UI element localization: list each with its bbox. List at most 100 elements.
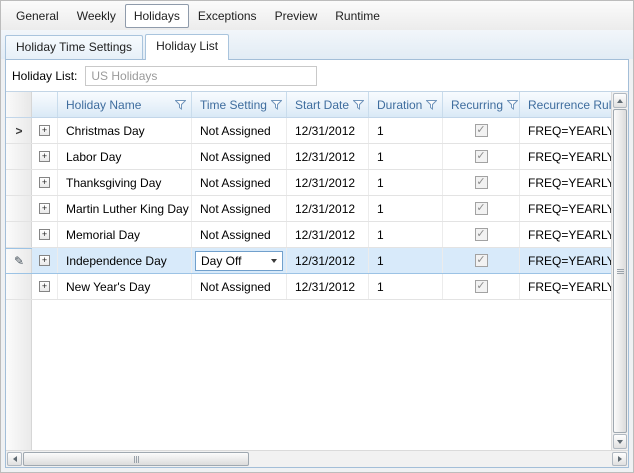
cell-recurring: ✓: [443, 118, 520, 143]
recurring-checkbox[interactable]: ✓: [475, 202, 488, 215]
recurring-checkbox[interactable]: ✓: [475, 150, 488, 163]
cell-recurrence-rule[interactable]: FREQ=YEARLY;BYM: [520, 248, 611, 273]
expand-cell: +: [32, 144, 58, 169]
cell-time-setting[interactable]: Not Assigned: [192, 118, 287, 143]
cell-recurrence-rule[interactable]: FREQ=YEARLY;BYM: [520, 118, 611, 143]
cell-start-date[interactable]: 12/31/2012: [287, 170, 369, 195]
cell-time-setting[interactable]: Not Assigned: [192, 196, 287, 221]
tab-runtime[interactable]: Runtime: [326, 4, 389, 28]
arrow-right-icon: [618, 456, 622, 462]
header-corner-cell: [6, 92, 32, 117]
vertical-scrollbar[interactable]: [611, 92, 628, 450]
cell-start-date[interactable]: 12/31/2012: [287, 248, 369, 273]
scroll-down-button[interactable]: [613, 434, 627, 449]
tab-holiday-time-settings[interactable]: Holiday Time Settings: [5, 35, 143, 59]
check-icon: ✓: [476, 125, 485, 136]
cell-holiday-name[interactable]: Labor Day: [58, 144, 192, 169]
filter-icon[interactable]: [353, 100, 364, 110]
cell-holiday-name[interactable]: Martin Luther King Day: [58, 196, 192, 221]
cell-start-date[interactable]: 12/31/2012: [287, 196, 369, 221]
expand-cell: +: [32, 222, 58, 247]
filter-icon[interactable]: [426, 100, 437, 110]
cell-holiday-name[interactable]: Memorial Day: [58, 222, 192, 247]
expand-button[interactable]: +: [39, 125, 50, 136]
cell-holiday-name[interactable]: Thanksgiving Day: [58, 170, 192, 195]
cell-holiday-name[interactable]: Independence Day: [58, 248, 192, 273]
filter-icon[interactable]: [507, 100, 518, 110]
cell-recurrence-rule[interactable]: FREQ=YEARLY;BYM: [520, 274, 611, 299]
cell-recurrence-rule[interactable]: FREQ=YEARLY;BYD: [520, 170, 611, 195]
horizontal-scrollbar[interactable]: [6, 450, 628, 467]
chevron-down-icon: [271, 259, 277, 263]
grid-row[interactable]: > + Christmas Day Not Assigned 12/31/201…: [6, 118, 611, 144]
cell-start-date[interactable]: 12/31/2012: [287, 274, 369, 299]
tab-exceptions[interactable]: Exceptions: [189, 4, 266, 28]
cell-time-setting[interactable]: Not Assigned: [192, 170, 287, 195]
column-header-label: Start Date: [295, 98, 349, 112]
cell-time-setting[interactable]: Not Assigned: [192, 274, 287, 299]
cell-time-setting[interactable]: Not Assigned: [192, 222, 287, 247]
grid-row[interactable]: + Memorial Day Not Assigned 12/31/2012 1…: [6, 222, 611, 248]
grid-row[interactable]: + Martin Luther King Day Not Assigned 12…: [6, 196, 611, 222]
row-indicator-cell: [6, 222, 32, 247]
cell-recurrence-rule[interactable]: FREQ=YEARLY;BYD: [520, 144, 611, 169]
cell-holiday-name[interactable]: New Year's Day: [58, 274, 192, 299]
expand-button[interactable]: +: [39, 203, 50, 214]
scroll-up-button[interactable]: [613, 93, 627, 108]
tab-general[interactable]: General: [7, 4, 68, 28]
column-header-start-date[interactable]: Start Date: [287, 92, 369, 117]
grid-row[interactable]: + New Year's Day Not Assigned 12/31/2012…: [6, 274, 611, 300]
expand-button[interactable]: +: [39, 255, 50, 266]
holiday-list-input[interactable]: [85, 66, 317, 86]
check-icon: ✓: [476, 177, 485, 188]
cell-recurrence-rule[interactable]: FREQ=YEARLY;BYD: [520, 222, 611, 247]
cell-duration[interactable]: 1: [369, 170, 443, 195]
expand-button[interactable]: +: [39, 229, 50, 240]
vertical-scroll-thumb[interactable]: [613, 109, 627, 433]
grid-row-selected[interactable]: ✎ + Independence Day Day Off 12/31/2012 …: [6, 248, 611, 274]
cell-duration[interactable]: 1: [369, 118, 443, 143]
cell-recurrence-rule[interactable]: FREQ=YEARLY;BYD: [520, 196, 611, 221]
expand-button[interactable]: +: [39, 151, 50, 162]
cell-start-date[interactable]: 12/31/2012: [287, 222, 369, 247]
expand-cell: +: [32, 248, 58, 273]
filter-icon[interactable]: [175, 100, 186, 110]
recurring-checkbox[interactable]: ✓: [475, 124, 488, 137]
cell-time-setting: Day Off: [192, 248, 287, 273]
cell-duration[interactable]: 1: [369, 144, 443, 169]
recurring-checkbox[interactable]: ✓: [475, 254, 488, 267]
expand-button[interactable]: +: [39, 177, 50, 188]
cell-duration[interactable]: 1: [369, 222, 443, 247]
cell-time-setting[interactable]: Not Assigned: [192, 144, 287, 169]
tab-weekly[interactable]: Weekly: [68, 4, 125, 28]
cell-start-date[interactable]: 12/31/2012: [287, 118, 369, 143]
cell-duration[interactable]: 1: [369, 196, 443, 221]
time-setting-combobox[interactable]: Day Off: [195, 251, 283, 271]
column-header-time-setting[interactable]: Time Setting: [192, 92, 287, 117]
column-header-holiday-name[interactable]: Holiday Name: [58, 92, 192, 117]
row-indicator-cell: [6, 144, 32, 169]
cell-duration[interactable]: 1: [369, 248, 443, 273]
tab-holiday-list[interactable]: Holiday List: [145, 34, 229, 60]
recurring-checkbox[interactable]: ✓: [475, 228, 488, 241]
recurring-checkbox[interactable]: ✓: [475, 280, 488, 293]
expand-button[interactable]: +: [39, 281, 50, 292]
grid-row[interactable]: + Labor Day Not Assigned 12/31/2012 1 ✓ …: [6, 144, 611, 170]
recurring-checkbox[interactable]: ✓: [475, 176, 488, 189]
column-header-label: Time Setting: [200, 98, 267, 112]
arrow-up-icon: [617, 99, 623, 103]
tab-preview[interactable]: Preview: [266, 4, 327, 28]
grid-row[interactable]: + Thanksgiving Day Not Assigned 12/31/20…: [6, 170, 611, 196]
scroll-left-button[interactable]: [7, 452, 22, 466]
column-header-recurring[interactable]: Recurring: [443, 92, 520, 117]
tab-holidays[interactable]: Holidays: [125, 4, 189, 28]
column-header-duration[interactable]: Duration: [369, 92, 443, 117]
row-indicator-cell: >: [6, 118, 32, 143]
column-header-recurrence-rule[interactable]: Recurrence Rule: [520, 92, 611, 117]
cell-holiday-name[interactable]: Christmas Day: [58, 118, 192, 143]
horizontal-scroll-thumb[interactable]: [23, 452, 249, 466]
filter-icon[interactable]: [271, 100, 282, 110]
cell-duration[interactable]: 1: [369, 274, 443, 299]
cell-start-date[interactable]: 12/31/2012: [287, 144, 369, 169]
scroll-right-button[interactable]: [612, 452, 627, 466]
